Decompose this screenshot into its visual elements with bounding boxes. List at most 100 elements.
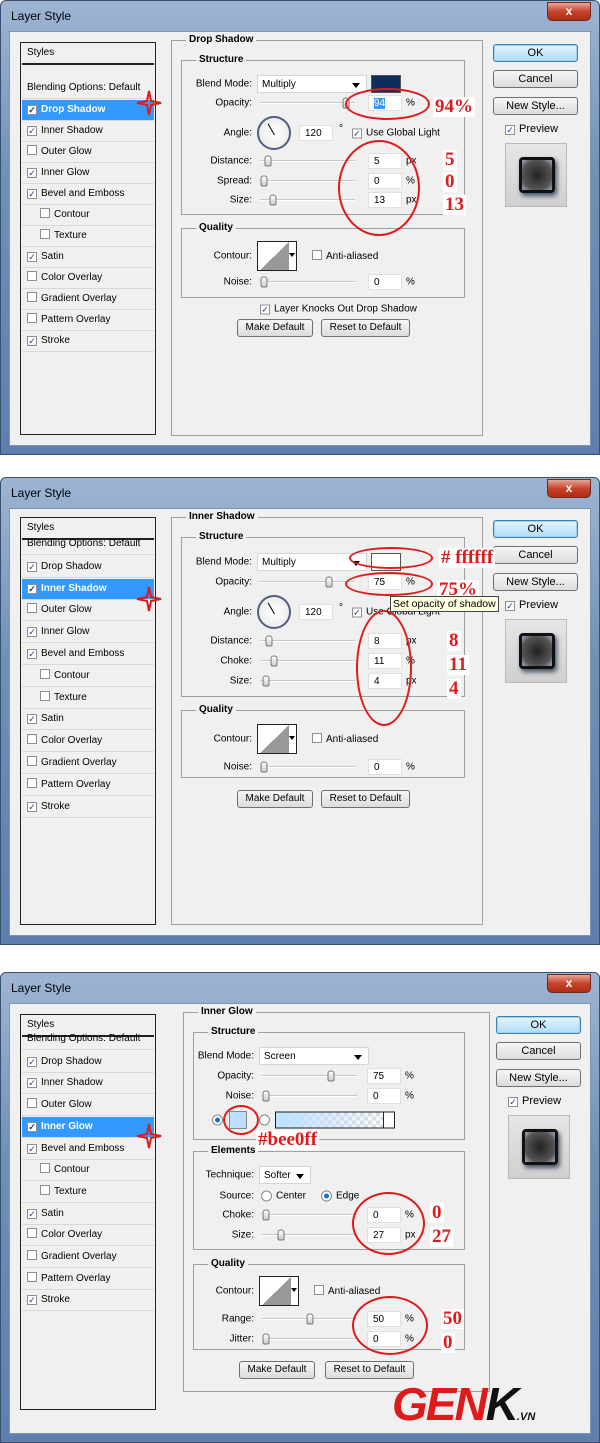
- choke-slider-thumb[interactable]: [262, 1209, 270, 1221]
- angle-input[interactable]: 120: [299, 604, 333, 620]
- size-slider-thumb[interactable]: [262, 675, 270, 687]
- opacity-slider-track[interactable]: [260, 581, 355, 583]
- checkbox[interactable]: [27, 1271, 37, 1282]
- gradient-picker[interactable]: [275, 1111, 395, 1129]
- checkbox[interactable]: ✓: [27, 168, 37, 178]
- checkbox[interactable]: [27, 603, 37, 614]
- opacity-input[interactable]: 75: [367, 1068, 401, 1084]
- distance-slider-thumb[interactable]: [265, 635, 273, 647]
- checkbox[interactable]: [27, 1250, 37, 1260]
- jitter-slider-track[interactable]: [262, 1338, 357, 1340]
- ok-button[interactable]: OK: [493, 44, 578, 62]
- style-item-outer-glow[interactable]: Outer Glow: [22, 142, 154, 163]
- checkbox[interactable]: [40, 668, 50, 679]
- source-edge-radio[interactable]: [321, 1190, 332, 1202]
- choke-slider-thumb[interactable]: [270, 655, 278, 667]
- blend-mode-select[interactable]: Multiply: [257, 75, 367, 93]
- choke-slider-track[interactable]: [262, 1214, 357, 1216]
- checkbox[interactable]: [40, 229, 50, 239]
- checkbox[interactable]: ✓: [27, 126, 37, 136]
- opacity-slider-track[interactable]: [262, 1075, 357, 1077]
- make-default-button[interactable]: Make Default: [239, 1361, 315, 1379]
- checkbox[interactable]: [314, 1285, 324, 1295]
- technique-select[interactable]: Softer: [259, 1166, 311, 1184]
- checkbox[interactable]: ✓: [27, 189, 37, 199]
- checkbox[interactable]: ✓: [27, 1056, 37, 1067]
- checkbox[interactable]: ✓: [352, 607, 362, 618]
- style-item-texture[interactable]: Texture: [22, 1182, 154, 1203]
- contour-picker[interactable]: [257, 724, 297, 754]
- style-item-color-overlay[interactable]: Color Overlay: [22, 1225, 154, 1247]
- checkbox[interactable]: ✓: [27, 336, 37, 346]
- checkbox[interactable]: ✓: [27, 105, 37, 115]
- anti-aliased-checkbox[interactable]: Anti-aliased: [312, 250, 378, 262]
- style-item-color-overlay[interactable]: Color Overlay: [22, 731, 154, 753]
- size-slider-track[interactable]: [262, 1234, 357, 1236]
- new-style-button[interactable]: New Style...: [493, 573, 578, 591]
- checkbox[interactable]: ✓: [27, 1208, 37, 1219]
- checkbox[interactable]: [27, 271, 37, 281]
- checkbox[interactable]: ✓: [27, 1143, 37, 1154]
- checkbox[interactable]: [40, 208, 50, 218]
- checkbox[interactable]: ✓: [27, 583, 37, 594]
- style-item-contour[interactable]: Contour: [22, 205, 154, 226]
- style-item-bevel-and-emboss[interactable]: ✓ Bevel and Emboss: [22, 644, 154, 665]
- style-item-stroke[interactable]: ✓ Stroke: [22, 1290, 154, 1312]
- reset-to-default-button[interactable]: Reset to Default: [321, 790, 410, 808]
- checkbox[interactable]: [312, 250, 322, 260]
- preview-checkbox[interactable]: ✓ Preview: [508, 1095, 561, 1107]
- checkbox[interactable]: ✓: [505, 125, 515, 135]
- range-slider-thumb[interactable]: [306, 1313, 313, 1325]
- checkbox[interactable]: [27, 1228, 37, 1239]
- new-style-button[interactable]: New Style...: [493, 97, 578, 115]
- checkbox[interactable]: [27, 1098, 37, 1109]
- opacity-slider-track[interactable]: [260, 102, 355, 104]
- style-item-drop-shadow[interactable]: ✓ Drop Shadow: [22, 100, 154, 121]
- noise-slider-track[interactable]: [260, 766, 355, 768]
- checkbox[interactable]: ✓: [27, 649, 37, 659]
- checkbox[interactable]: ✓: [27, 1121, 37, 1132]
- style-item-bevel-and-emboss[interactable]: ✓ Bevel and Emboss: [22, 1139, 154, 1160]
- style-item-bevel-and-emboss[interactable]: ✓ Bevel and Emboss: [22, 184, 154, 205]
- checkbox[interactable]: ✓: [508, 1097, 518, 1107]
- style-item-satin[interactable]: ✓ Satin: [22, 247, 154, 268]
- make-default-button[interactable]: Make Default: [237, 790, 313, 808]
- preview-checkbox[interactable]: ✓ Preview: [505, 123, 558, 135]
- checkbox[interactable]: ✓: [27, 627, 37, 638]
- angle-dial[interactable]: [257, 116, 291, 150]
- style-item-texture[interactable]: Texture: [22, 226, 154, 247]
- anti-aliased-checkbox[interactable]: Anti-aliased: [312, 733, 378, 745]
- style-item-inner-shadow[interactable]: ✓ Inner Shadow: [22, 121, 154, 142]
- style-item-texture[interactable]: Texture: [22, 688, 154, 709]
- ok-button[interactable]: OK: [496, 1016, 581, 1034]
- checkbox[interactable]: [27, 734, 37, 745]
- style-item-pattern-overlay[interactable]: Pattern Overlay: [22, 1269, 154, 1290]
- style-item-stroke[interactable]: ✓ Stroke: [22, 331, 154, 352]
- source-center-radio[interactable]: [261, 1190, 272, 1202]
- checkbox[interactable]: ✓: [260, 304, 270, 315]
- checkbox[interactable]: ✓: [352, 128, 362, 139]
- checkbox[interactable]: [27, 313, 37, 323]
- style-item-inner-shadow[interactable]: ✓ Inner Shadow: [22, 578, 154, 600]
- checkbox[interactable]: [40, 1163, 50, 1174]
- style-item-pattern-overlay[interactable]: Pattern Overlay: [22, 775, 154, 796]
- style-item-contour[interactable]: Contour: [22, 1160, 154, 1182]
- preview-checkbox[interactable]: ✓ Preview: [505, 599, 558, 611]
- reset-to-default-button[interactable]: Reset to Default: [325, 1361, 414, 1379]
- checkbox[interactable]: ✓: [27, 561, 37, 572]
- contour-picker[interactable]: [257, 241, 297, 271]
- distance-slider-track[interactable]: [260, 160, 355, 162]
- make-default-button[interactable]: Make Default: [237, 319, 313, 337]
- checkbox[interactable]: [27, 145, 37, 155]
- checkbox[interactable]: [27, 756, 37, 766]
- opacity-slider-thumb[interactable]: [325, 576, 333, 588]
- angle-dial[interactable]: [257, 595, 291, 629]
- opacity-slider-thumb[interactable]: [327, 1070, 335, 1082]
- noise-slider-track[interactable]: [262, 1095, 357, 1097]
- style-item-inner-glow[interactable]: ✓ Inner Glow: [22, 622, 154, 644]
- use-global-light-checkbox[interactable]: ✓ Use Global Light: [352, 128, 440, 139]
- style-item-satin[interactable]: ✓ Satin: [22, 1204, 154, 1225]
- angle-input[interactable]: 120: [299, 125, 333, 141]
- size-slider-thumb[interactable]: [269, 194, 277, 206]
- noise-slider-thumb[interactable]: [260, 761, 268, 773]
